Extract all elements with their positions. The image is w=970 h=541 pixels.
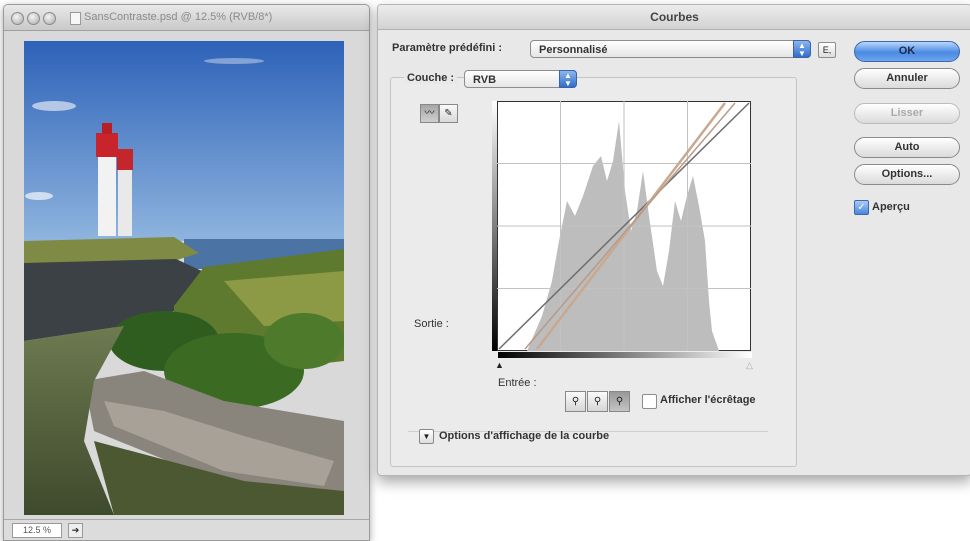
minimize-window-icon[interactable] <box>27 12 40 25</box>
gray-eyedropper-button[interactable]: ⚲ <box>587 391 608 412</box>
show-clipping-label: Afficher l'écrêtage <box>660 394 756 406</box>
triangle-down-icon: ▼ <box>422 432 431 441</box>
dialog-titlebar[interactable]: Courbes <box>378 5 970 30</box>
eyedropper-black-icon: ⚲ <box>571 396 580 407</box>
document-title: SansContraste.psd @ 12.5% (RVB/8*) <box>84 11 273 23</box>
document-statusbar: 12.5 % ➔ <box>4 519 369 540</box>
eyedropper-gray-icon: ⚲ <box>593 396 602 407</box>
output-label: Sortie : <box>414 318 449 330</box>
white-eyedropper-button[interactable]: ⚲ <box>609 391 630 412</box>
black-point-slider-icon[interactable]: ▲ <box>495 361 504 370</box>
auto-button[interactable]: Auto <box>854 137 960 158</box>
lighthouse-photo <box>24 41 344 515</box>
channel-value: RVB <box>473 74 497 86</box>
curve-display-options-label: Options d'affichage de la courbe <box>439 430 610 442</box>
curves-graph[interactable] <box>496 100 752 352</box>
pencil-icon: ✎ <box>444 108 453 119</box>
preset-label: Paramètre prédéfini : <box>392 42 503 54</box>
curves-dialog: Courbes Paramètre prédéfini : Personnali… <box>377 4 970 476</box>
zoom-field[interactable]: 12.5 % <box>12 523 62 538</box>
select-arrows-icon: ▲ ▼ <box>559 70 577 88</box>
options-button[interactable]: Options... <box>854 164 960 185</box>
status-arrow-icon[interactable]: ➔ <box>68 523 83 538</box>
preset-value: Personnalisé <box>539 44 608 56</box>
document-window: SansContraste.psd @ 12.5% (RVB/8*) 12.5 … <box>3 4 370 541</box>
white-point-slider-icon[interactable]: △ <box>746 361 753 370</box>
document-titlebar[interactable]: SansContraste.psd @ 12.5% (RVB/8*) <box>4 5 369 31</box>
preset-select[interactable]: Personnalisé ▲ ▼ <box>530 40 811 58</box>
curve-point-mode-button[interactable]: 〰 <box>420 104 439 123</box>
preset-options-button[interactable]: E, <box>818 42 836 58</box>
pencil-mode-button[interactable]: ✎ <box>439 104 458 123</box>
cancel-button[interactable]: Annuler <box>854 68 960 89</box>
channel-label: Couche : <box>404 72 458 84</box>
ok-button[interactable]: OK <box>854 41 960 62</box>
zoom-window-icon[interactable] <box>43 12 56 25</box>
curves-graph-svg <box>496 100 752 352</box>
document-file-icon <box>70 12 81 25</box>
close-window-icon[interactable] <box>11 12 24 25</box>
preview-label: Aperçu <box>872 201 910 213</box>
input-gradient-bar <box>498 352 752 358</box>
black-eyedropper-button[interactable]: ⚲ <box>565 391 586 412</box>
show-clipping-checkbox[interactable] <box>642 394 657 409</box>
preset-menu-icon: E, <box>822 45 832 55</box>
select-arrows-icon: ▲ ▼ <box>793 40 811 58</box>
curve-display-options-toggle[interactable]: ▼ <box>419 429 434 444</box>
dialog-title: Courbes <box>650 10 699 24</box>
channel-select[interactable]: RVB ▲ ▼ <box>464 70 577 88</box>
input-label: Entrée : <box>498 377 537 389</box>
image-canvas[interactable] <box>24 41 344 515</box>
eyedropper-white-icon: ⚲ <box>615 396 624 407</box>
preview-checkbox[interactable]: ✓ <box>854 200 869 215</box>
smooth-button[interactable]: Lisser <box>854 103 960 124</box>
curve-point-icon: 〰 <box>424 108 435 119</box>
